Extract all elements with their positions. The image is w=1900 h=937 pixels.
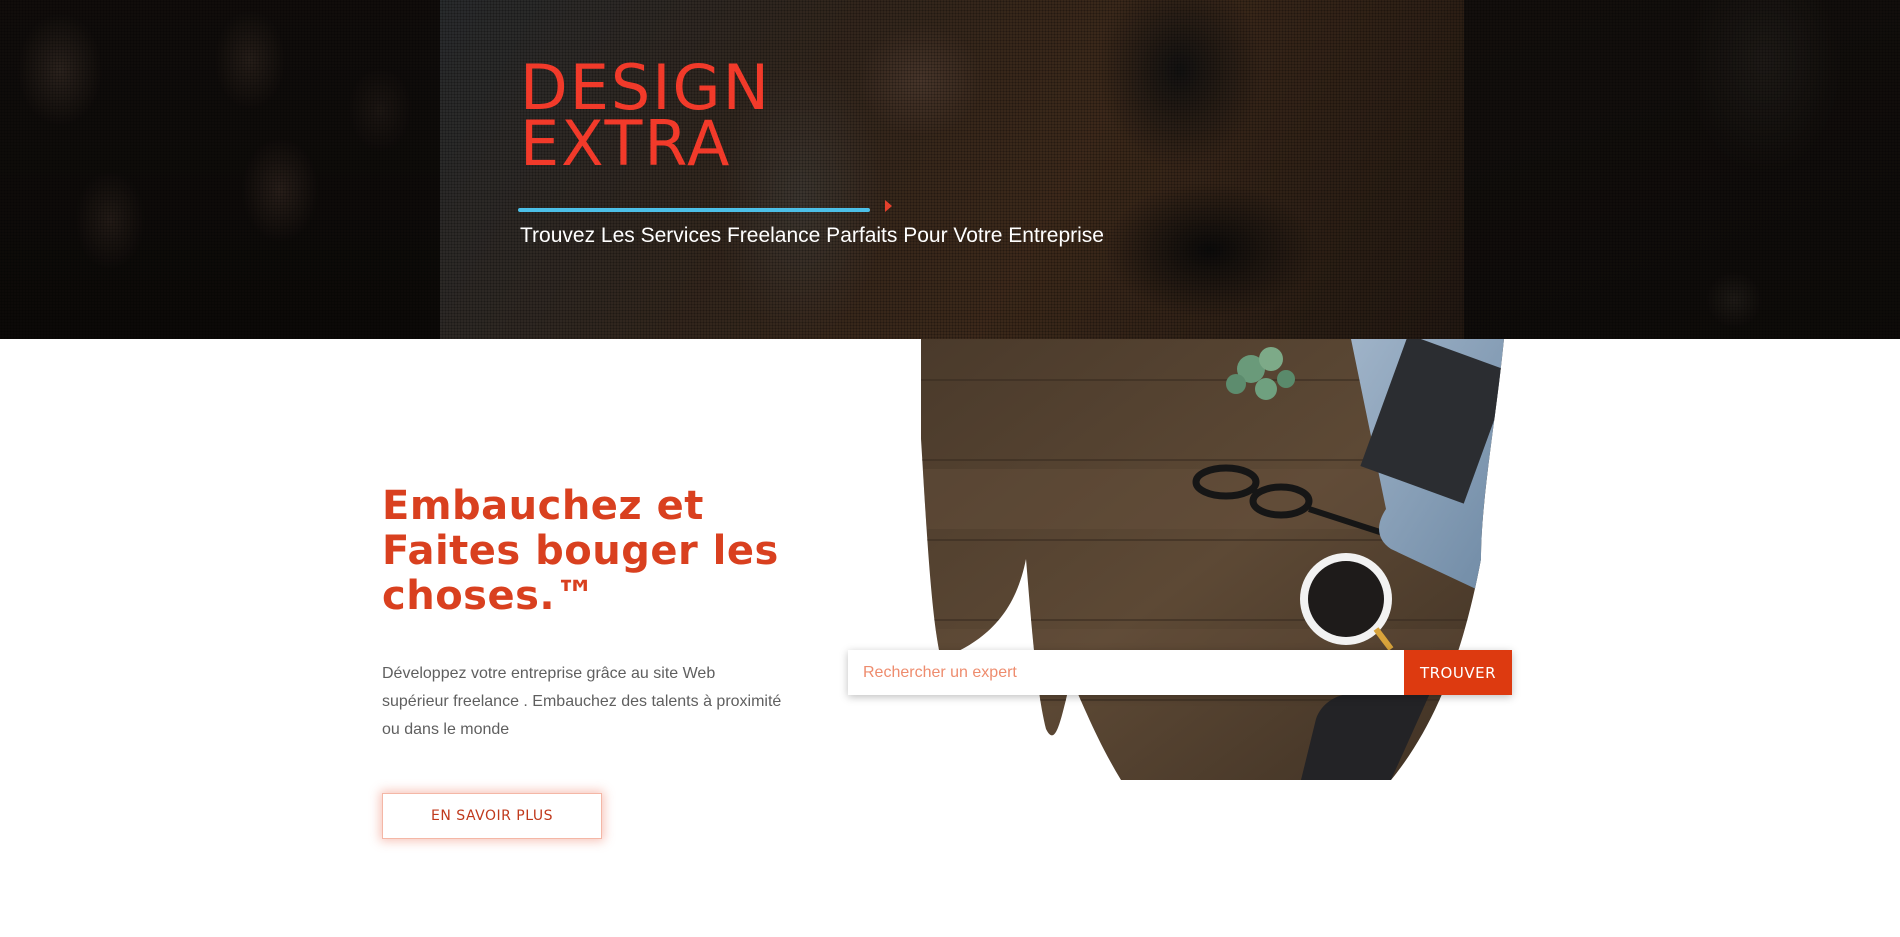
desk-image <box>921 339 1504 780</box>
search-button[interactable]: TROUVER <box>1404 650 1512 695</box>
learn-more-button[interactable]: EN SAVOIR PLUS <box>382 793 602 839</box>
hero-banner: DESIGN EXTRA Trouvez Les Services Freela… <box>0 0 1900 339</box>
triangle-right-icon <box>885 200 892 212</box>
hero-overlay <box>0 0 1900 339</box>
hero-title: DESIGN EXTRA <box>520 57 920 180</box>
search-input[interactable] <box>848 650 1404 695</box>
hero-divider <box>518 208 870 212</box>
hero-title-line2: EXTRA <box>520 107 732 180</box>
desk-image-shape <box>921 339 1504 780</box>
section-heading: Embauchez et Faites bouger les choses.™ <box>382 483 779 619</box>
hero-subtitle: Trouvez Les Services Freelance Parfaits … <box>520 224 1104 247</box>
expert-search-bar: TROUVER <box>848 650 1512 695</box>
section-description: Développez votre entreprise grâce au sit… <box>382 665 782 738</box>
